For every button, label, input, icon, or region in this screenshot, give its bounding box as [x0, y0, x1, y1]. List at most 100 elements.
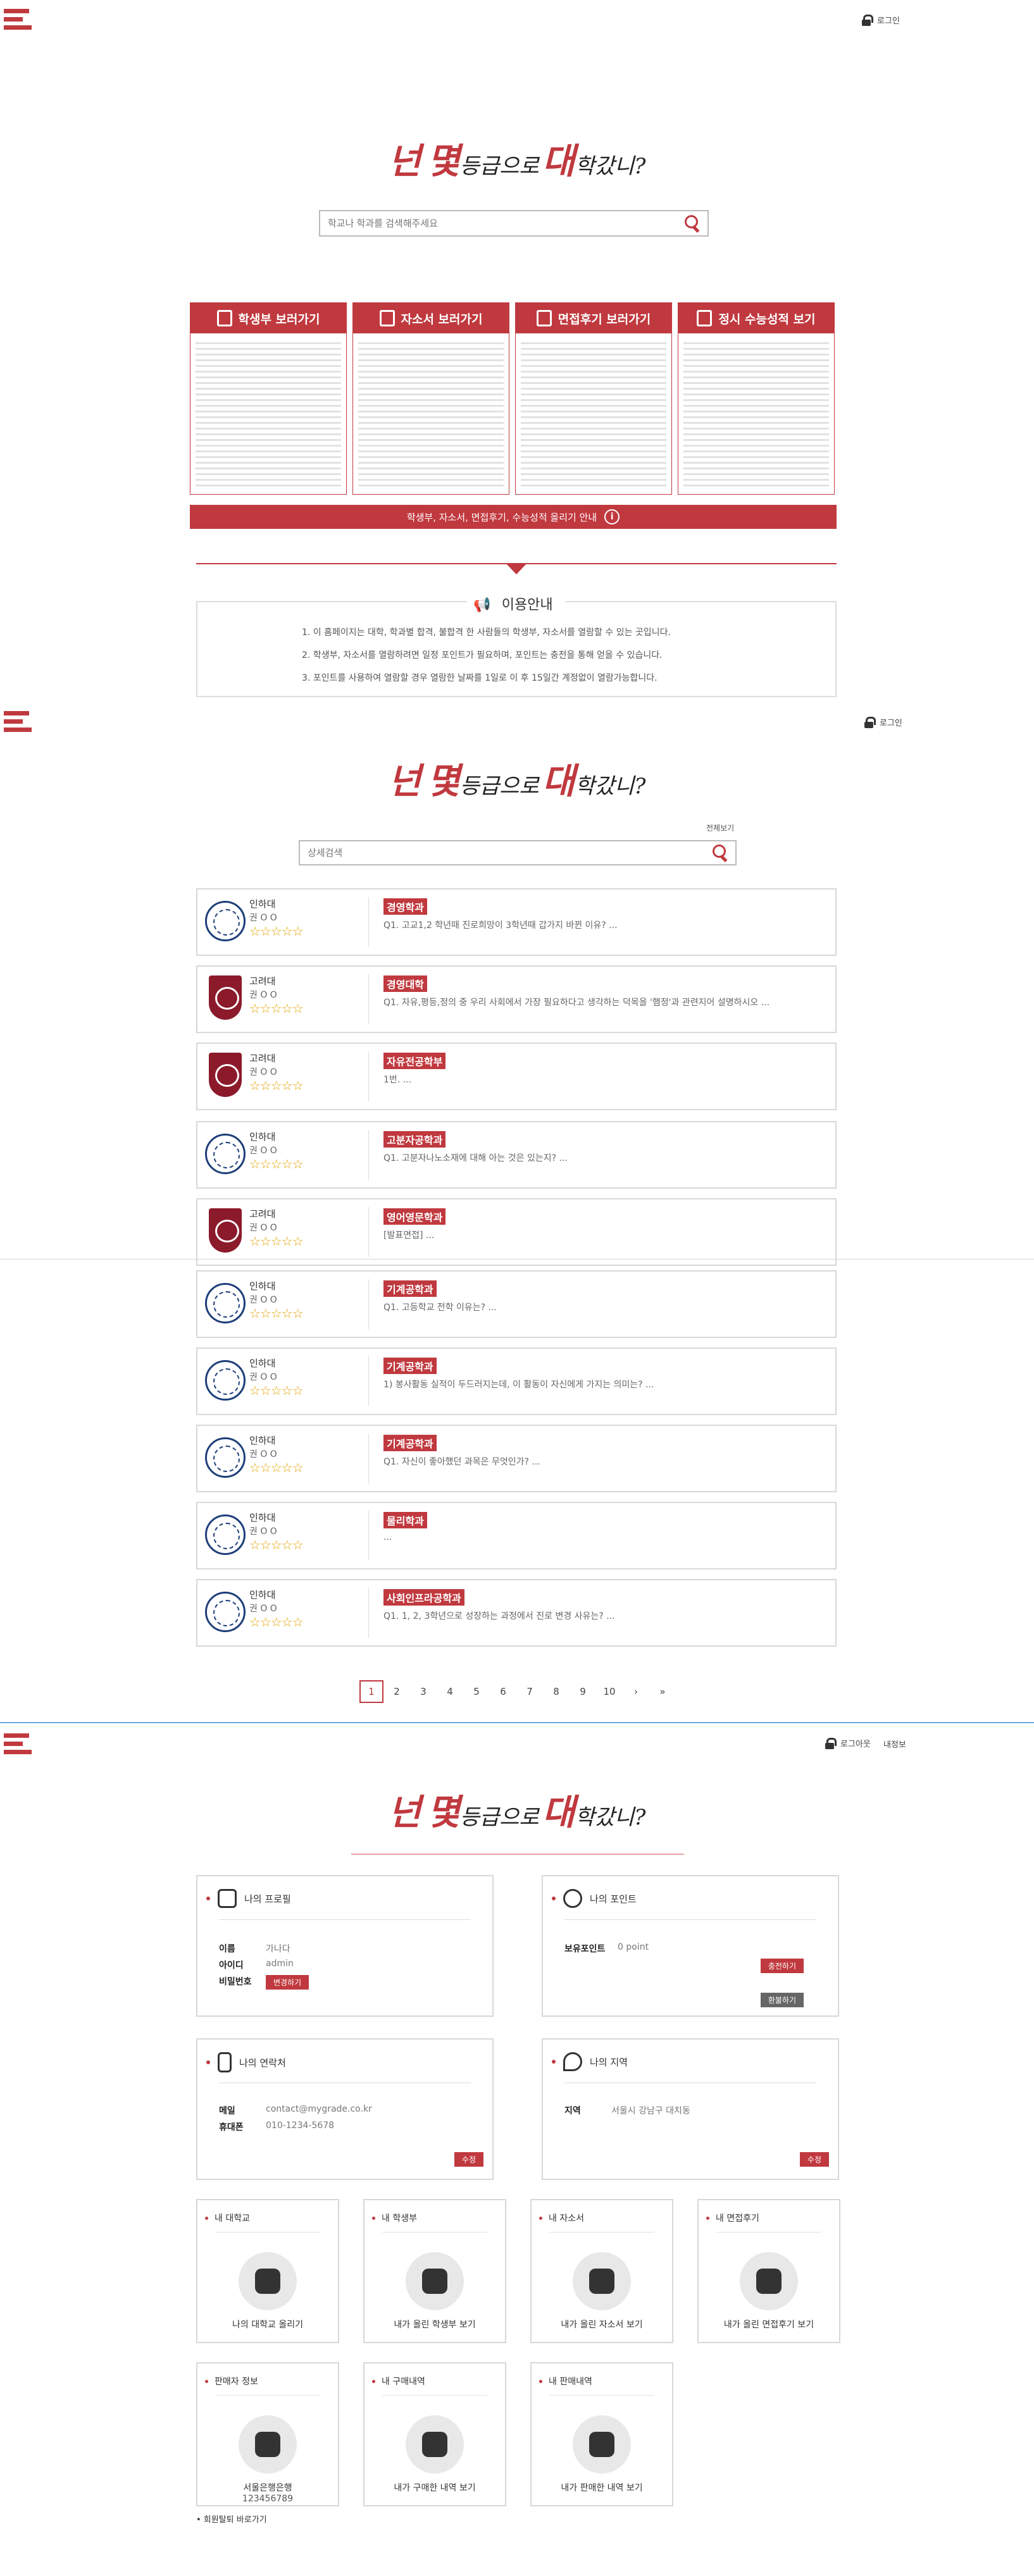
review-card[interactable]: 인하대 권 O O ☆☆☆☆☆ 사회인프라공학과 Q1. 1, 2, 3학년으로 성장하… [196, 1579, 837, 1647]
tile-sublabel: 123456789 [242, 2494, 294, 2504]
review-card[interactable]: 고려대 권 O O ☆☆☆☆☆ 영어영문학과 [발표면접] ... [196, 1198, 837, 1266]
page-link[interactable]: › [623, 1680, 649, 1703]
mypage-tile[interactable]: 내 학생부 내가 올린 학생부 보기 [363, 2199, 506, 2343]
tile-label: 내가 올린 학생부 보기 [394, 2320, 476, 2330]
rating-stars: ☆☆☆☆☆ [249, 1234, 304, 1249]
email-value: contact@mygrade.co.kr [266, 2104, 372, 2114]
page-link[interactable]: 5 [463, 1680, 490, 1703]
page-link[interactable]: 4 [437, 1680, 463, 1703]
graduation-cap-icon [255, 2269, 280, 2294]
document-preview [521, 338, 666, 489]
reviewer-name: 권 O O [249, 1067, 277, 1077]
change-password-button[interactable]: 변경하기 [266, 1975, 309, 1990]
category-student-record[interactable]: 학생부 보러가기 [190, 302, 347, 495]
document-preview [196, 338, 341, 489]
mypage-tile[interactable]: 내 면접후기 내가 올린 면접후기 보기 [697, 2199, 840, 2343]
edit-contact-button[interactable]: 수정 [454, 2152, 483, 2167]
review-card[interactable]: 인하대 권 O O ☆☆☆☆☆ 경영학과 Q1. 고교1,2 학년때 진로희망이 3학년… [196, 888, 837, 956]
review-card[interactable]: 인하대 권 O O ☆☆☆☆☆ 기계공학과 Q1. 고등학교 전학 이유는? ... [196, 1270, 837, 1338]
university-name: 인하대 [249, 1131, 276, 1142]
detail-search-input[interactable] [300, 841, 711, 864]
login-link[interactable]: 로그인 [864, 716, 902, 728]
menu-hamburger-icon[interactable] [4, 711, 32, 734]
university-emblem-icon [205, 1514, 246, 1555]
site-logo[interactable]: 넌 몇등급으로 대학갔니? [0, 753, 1034, 804]
logout-label: 로그아웃 [840, 1740, 871, 1749]
review-card[interactable]: 인하대 권 O O ☆☆☆☆☆ 기계공학과 1) 봉사활동 실적이 두드러지는데, 이 … [196, 1347, 837, 1415]
login-link[interactable]: 로그인 [862, 14, 900, 26]
microphone-icon [756, 2269, 782, 2294]
university-emblem-icon [205, 1360, 246, 1401]
money-icon [255, 2432, 280, 2457]
phone-icon [218, 2052, 232, 2072]
page-link[interactable]: 8 [543, 1680, 570, 1703]
reviewer-name: 권 O O [249, 1372, 277, 1382]
profile-card: 나의 프로필 이름 가나다 아이디 admin 비밀번호 변경하기 [196, 1875, 494, 2017]
tile-label: 내가 올린 면접후기 보기 [723, 2320, 814, 2330]
page-link[interactable]: 10 [596, 1680, 623, 1703]
mypage-tile[interactable]: 내 자소서 내가 올린 자소서 보기 [530, 2199, 673, 2343]
logout-link[interactable]: 로그아웃 [825, 1737, 871, 1749]
department-badge: 자유전공학부 [383, 1053, 446, 1069]
category-self-intro[interactable]: 자소서 보러가기 [352, 302, 509, 495]
reviewer-name: 권 O O [249, 990, 277, 1000]
review-card[interactable]: 인하대 권 O O ☆☆☆☆☆ 물리학과... [196, 1502, 837, 1570]
menu-hamburger-icon[interactable] [4, 1733, 32, 1756]
page-link[interactable]: 7 [516, 1680, 543, 1703]
page-link[interactable]: 1 [359, 1680, 383, 1703]
withdraw-link[interactable]: • 회원탈퇴 바로가기 [196, 2513, 267, 2525]
category-label: 정시 수능성적 보기 [718, 312, 816, 326]
category-label: 자소서 보러가기 [401, 312, 483, 326]
edit-region-button[interactable]: 수정 [799, 2152, 829, 2167]
university-emblem-icon [205, 901, 246, 941]
home-search-box[interactable] [319, 210, 709, 237]
review-card[interactable]: 인하대 권 O O ☆☆☆☆☆ 고분자공학과 Q1. 고분자나노소재에 대해 아는 것은… [196, 1121, 837, 1189]
university-emblem-icon [205, 1134, 246, 1174]
review-card[interactable]: 고려대 권 O O ☆☆☆☆☆ 자유전공학부 1번. ... [196, 1043, 837, 1110]
review-question: 1번. ... [383, 1075, 412, 1085]
rating-stars: ☆☆☆☆☆ [249, 1537, 304, 1552]
site-logo[interactable]: 넌 몇등급으로 대학갔니? [0, 133, 1034, 184]
info-icon: i [604, 509, 620, 524]
menu-hamburger-icon[interactable] [4, 9, 32, 32]
rating-stars: ☆☆☆☆☆ [249, 1001, 304, 1016]
department-badge: 기계공학과 [383, 1280, 437, 1297]
page-link[interactable]: 3 [410, 1680, 437, 1703]
reviewer-name: 권 O O [249, 1449, 277, 1459]
category-suneung[interactable]: 정시 수능성적 보기 [678, 302, 835, 495]
microphone-icon [536, 310, 552, 326]
rating-stars: ☆☆☆☆☆ [249, 1614, 304, 1630]
mypage-tile[interactable]: 내 판매내역 내가 판매한 내역 보기 [530, 2362, 673, 2506]
detail-search-box[interactable] [299, 840, 737, 865]
mypage-tile[interactable]: 내 구매내역 내가 구매한 내역 보기 [363, 2362, 506, 2506]
site-logo[interactable]: 넌 몇등급으로 대학갔니? [0, 1784, 1034, 1835]
home-search-input[interactable] [320, 211, 683, 235]
my-info-link[interactable]: 내정보 [883, 1738, 906, 1750]
phone-value: 010-1234-5678 [266, 2121, 335, 2131]
tile-title: 내 대학교 [215, 2214, 250, 2224]
page-link[interactable]: 9 [570, 1680, 596, 1703]
search-icon[interactable] [683, 214, 702, 233]
university-name: 인하대 [249, 898, 276, 910]
page-link[interactable]: » [649, 1680, 676, 1703]
profile-id: admin [266, 1959, 294, 1969]
refund-button[interactable]: 환불하기 [760, 1993, 804, 2007]
review-card[interactable]: 고려대 권 O O ☆☆☆☆☆ 경영대학 Q1. 자유,평등,정의 중 우리 사회에서 … [196, 965, 837, 1033]
page-link[interactable]: 2 [383, 1680, 410, 1703]
mypage-tile[interactable]: 판매자 정보 서울은행은행 123456789 [196, 2362, 339, 2506]
department-badge: 기계공학과 [383, 1435, 437, 1451]
university-emblem-icon [205, 1592, 246, 1632]
page-link[interactable]: 6 [490, 1680, 516, 1703]
charge-button[interactable]: 충전하기 [760, 1959, 804, 1973]
department-badge: 경영학과 [383, 898, 427, 915]
mypage-tile[interactable]: 내 대학교 나의 대학교 올리기 [196, 2199, 339, 2343]
review-card[interactable]: 인하대 권 O O ☆☆☆☆☆ 기계공학과 Q1. 자신이 좋아했던 과목은 무엇인가?… [196, 1425, 837, 1492]
card-title: 나의 연락처 [239, 2057, 286, 2069]
university-name: 고려대 [249, 1208, 276, 1220]
view-all-link[interactable]: 전체보기 [706, 822, 734, 833]
search-icon[interactable] [711, 843, 730, 862]
reviewer-name: 권 O O [249, 1604, 277, 1614]
upload-guide-bar[interactable]: 학생부, 자소서, 면접후기, 수능성적 올리기 안내 i [190, 505, 837, 529]
category-interview[interactable]: 면접후기 보러가기 [515, 302, 672, 495]
points-card: 나의 포인트 보유포인트 0 point 충전하기 환불하기 [542, 1875, 839, 2017]
